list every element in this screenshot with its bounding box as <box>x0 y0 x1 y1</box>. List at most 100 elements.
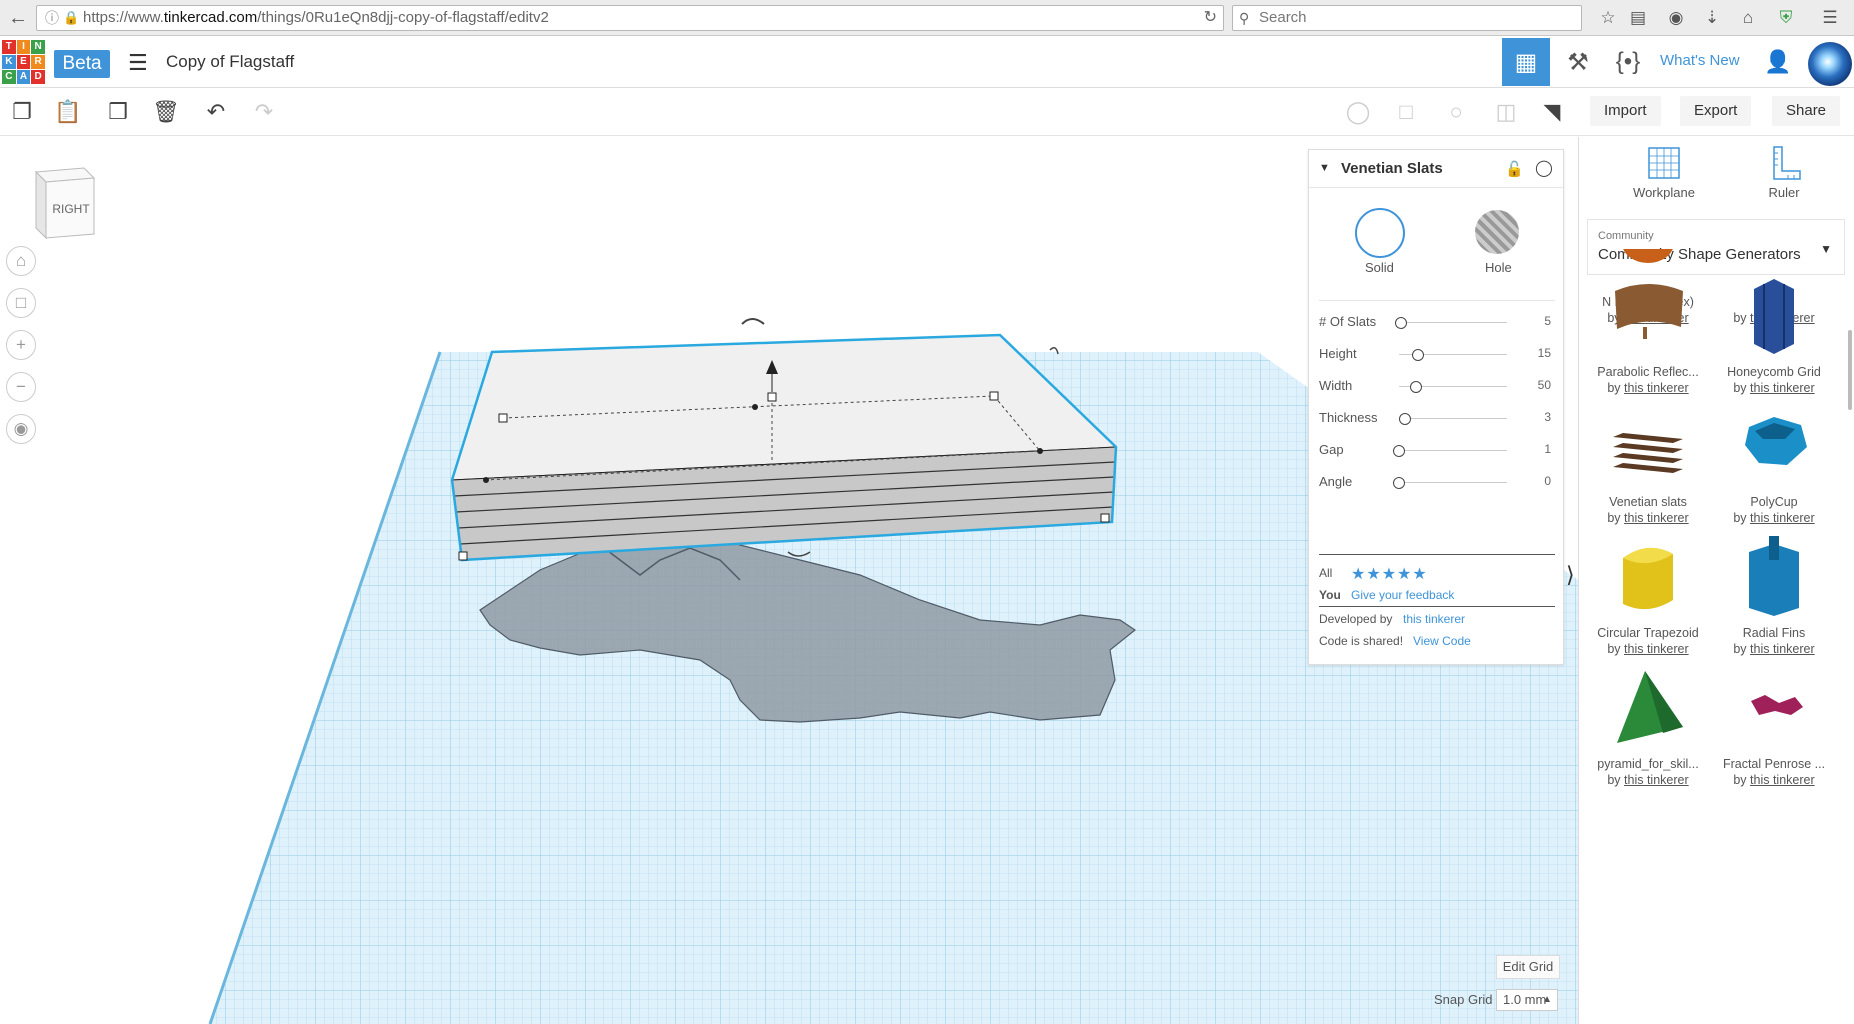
shape-tile[interactable]: Venetian slats by this tinkerer <box>1587 399 1709 525</box>
home-icon[interactable]: ⌂ <box>1736 6 1760 30</box>
param-value[interactable]: 15 <box>1538 346 1551 360</box>
param-slider-knob[interactable] <box>1412 349 1425 361</box>
back-icon[interactable]: ← <box>4 4 32 32</box>
ungroup-icon[interactable]: ○ <box>1440 96 1472 128</box>
param-slider-track[interactable] <box>1399 322 1507 323</box>
param-slider-track[interactable] <box>1399 482 1507 483</box>
export-button[interactable]: Export <box>1680 96 1752 126</box>
align-icon[interactable]: ◫ <box>1490 96 1522 128</box>
bookmark-star-icon[interactable]: ☆ <box>1596 6 1620 30</box>
view-code-link[interactable]: View Code <box>1413 634 1471 648</box>
param-value[interactable]: 5 <box>1544 314 1551 328</box>
snap-grid-select[interactable]: 1.0 mm ▲ <box>1496 989 1558 1011</box>
pocket-icon[interactable]: ◉ <box>1664 6 1688 30</box>
shape-tile[interactable]: PolyCup by this tinkerer <box>1713 399 1835 525</box>
code-shared-label: Code is shared! <box>1319 634 1404 648</box>
param-slider-knob[interactable] <box>1393 445 1405 457</box>
paste-icon[interactable]: 📋 <box>52 96 84 128</box>
shape-tile[interactable]: Circular Trapezoid by this tinkerer <box>1587 530 1709 656</box>
star-icon[interactable]: ★ <box>1412 566 1427 583</box>
zoom-out-icon[interactable]: − <box>6 372 36 402</box>
param-slider-knob[interactable] <box>1393 477 1405 489</box>
design-title[interactable]: Copy of Flagstaff <box>166 52 294 72</box>
zoom-in-icon[interactable]: + <box>6 330 36 360</box>
reload-icon[interactable]: ↻ <box>1204 6 1217 30</box>
fit-all-icon[interactable]: □ <box>6 288 36 318</box>
reading-list-icon[interactable]: ▤ <box>1626 6 1650 30</box>
category-small-label: Community <box>1598 230 1654 242</box>
param-slider-track[interactable] <box>1399 450 1507 451</box>
star-icon[interactable]: ★ <box>1366 566 1381 583</box>
import-button[interactable]: Import <box>1590 96 1661 126</box>
avatar[interactable] <box>1808 42 1852 86</box>
download-icon[interactable]: ⇣ <box>1700 6 1724 30</box>
param-value[interactable]: 3 <box>1544 410 1551 424</box>
hole-option[interactable] <box>1475 210 1519 254</box>
duplicate-icon[interactable]: ❒ <box>102 96 134 128</box>
shape-inspector: ▼ Venetian Slats 🔓 ◯ Solid Hole # Of Sla… <box>1308 149 1564 665</box>
redo-icon[interactable]: ↷ <box>248 96 280 128</box>
solid-option[interactable] <box>1355 208 1405 258</box>
menu-icon[interactable]: ☰ <box>1818 6 1842 30</box>
url-bar[interactable]: ⓘ 🔒 https://www.tinkercad.com/things/0Ru… <box>36 5 1224 31</box>
param-value[interactable]: 50 <box>1538 378 1551 392</box>
author-link[interactable]: this tinkerer <box>1624 511 1689 525</box>
code-blocks-icon[interactable]: {•} <box>1604 38 1652 86</box>
author-link[interactable]: this tinkerer <box>1624 773 1689 787</box>
lock-icon[interactable]: 🔓 <box>1505 160 1524 178</box>
author-link[interactable]: this tinkerer <box>1750 642 1815 656</box>
shape-tile[interactable]: Parabolic Reflec... by this tinkerer <box>1587 269 1709 395</box>
panel-collapse-icon[interactable]: ⟩ <box>1566 562 1575 588</box>
whats-new-link[interactable]: What's New <box>1660 52 1740 69</box>
info-icon[interactable]: ⓘ <box>45 6 59 30</box>
add-user-icon[interactable]: 👤 <box>1754 38 1802 86</box>
workplane-button[interactable]: Workplane <box>1609 145 1719 200</box>
mirror-icon[interactable]: ◥ <box>1536 96 1568 128</box>
logo-letter: A <box>16 70 31 84</box>
ruler-button[interactable]: Ruler <box>1729 145 1839 200</box>
param-slider-knob[interactable] <box>1410 381 1423 393</box>
feedback-link[interactable]: Give your feedback <box>1351 588 1454 602</box>
undo-icon[interactable]: ↶ <box>200 96 232 128</box>
author-link[interactable]: this tinkerer <box>1624 381 1689 395</box>
share-button[interactable]: Share <box>1772 96 1841 126</box>
home-view-icon[interactable]: ⌂ <box>6 246 36 276</box>
star-icon[interactable]: ★ <box>1397 566 1412 583</box>
developer-link[interactable]: this tinkerer <box>1403 612 1465 626</box>
copy-icon[interactable]: ❐ <box>6 96 38 128</box>
author-link[interactable]: this tinkerer <box>1750 511 1815 525</box>
param-value[interactable]: 1 <box>1544 442 1551 456</box>
param-slider-knob[interactable] <box>1399 413 1412 425</box>
view-cube[interactable]: RIGHT <box>32 166 96 240</box>
beta-badge[interactable]: Beta <box>54 50 110 78</box>
logo-letter: C <box>2 70 16 84</box>
param-label: Angle <box>1319 474 1353 489</box>
design-list-icon[interactable]: ☰ <box>128 50 148 76</box>
author-link[interactable]: this tinkerer <box>1750 773 1815 787</box>
light-bulb-icon[interactable]: ◯ <box>1342 96 1374 128</box>
param-slider-track[interactable] <box>1399 418 1507 419</box>
edit-grid-button[interactable]: Edit Grid <box>1496 955 1560 979</box>
browser-search-input[interactable]: ⚲ Search <box>1232 5 1582 31</box>
param-value[interactable]: 0 <box>1544 474 1551 488</box>
collapse-caret-icon[interactable]: ▼ <box>1319 162 1330 174</box>
delete-icon[interactable]: 🗑 <box>150 96 182 128</box>
shape-tile[interactable]: Honeycomb Grid by this tinkerer <box>1713 269 1835 395</box>
param-row: Width 50 <box>1319 376 1555 396</box>
perspective-icon[interactable]: ◉ <box>6 414 36 444</box>
shield-icon[interactable]: ⛨ <box>1774 6 1798 30</box>
shape-tile[interactable]: Fractal Penrose ... by this tinkerer <box>1713 661 1835 787</box>
pickaxe-icon[interactable]: ⚒ <box>1554 38 1602 86</box>
star-icon[interactable]: ★ <box>1382 566 1397 583</box>
author-link[interactable]: this tinkerer <box>1624 642 1689 656</box>
author-link[interactable]: this tinkerer <box>1750 381 1815 395</box>
param-slider-knob[interactable] <box>1395 317 1408 329</box>
group-icon[interactable]: □ <box>1390 96 1422 128</box>
shapes-scrollbar[interactable] <box>1848 330 1852 410</box>
star-icon[interactable]: ★ <box>1351 566 1366 583</box>
shape-tile[interactable]: Radial Fins by this tinkerer <box>1713 530 1835 656</box>
3d-view-icon[interactable]: ▦ <box>1502 38 1550 86</box>
tinkercad-logo[interactable]: TIN KER CAD <box>2 40 45 84</box>
shape-tile[interactable]: pyramid_for_skil... by this tinkerer <box>1587 661 1709 787</box>
light-bulb-icon[interactable]: ◯ <box>1535 158 1553 178</box>
